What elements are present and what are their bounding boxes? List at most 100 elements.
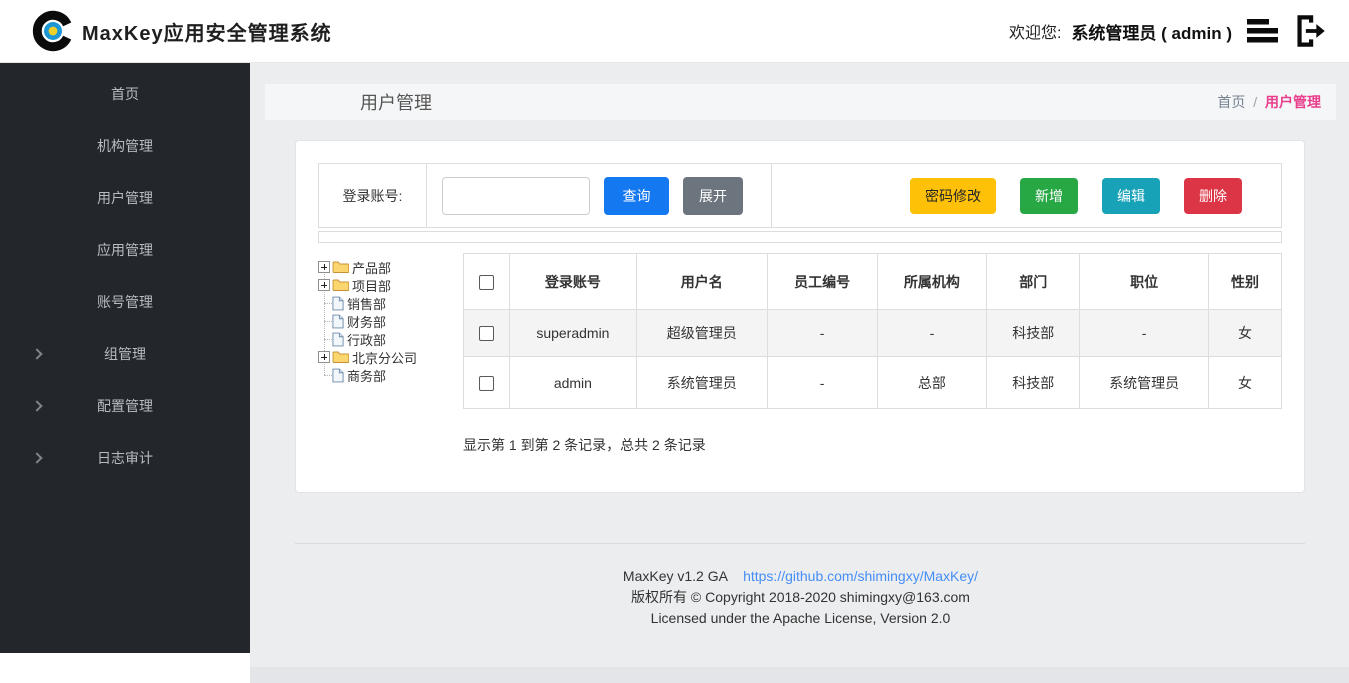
tree-node-label: 项目部 xyxy=(352,276,391,295)
breadcrumb-home-link[interactable]: 首页 xyxy=(1217,94,1245,110)
breadcrumb-separator: / xyxy=(1253,94,1257,110)
sidebar-item-org-mgmt[interactable]: 机构管理 xyxy=(0,120,250,172)
search-panel: 登录账号: 查询 展开 密码修改 新增 编辑 删除 xyxy=(318,163,1282,228)
sidebar-item-user-mgmt[interactable]: 用户管理 xyxy=(0,172,250,224)
table-row[interactable]: admin 系统管理员 - 总部 科技部 系统管理员 女 xyxy=(464,357,1282,409)
folder-icon xyxy=(332,350,349,364)
tree-node-leaf[interactable]: 财务部 xyxy=(318,312,463,330)
version-text: MaxKey v1.2 GA xyxy=(623,568,727,584)
cell-position: - xyxy=(1080,310,1209,357)
select-all-checkbox[interactable] xyxy=(479,275,494,290)
footer-version-line: MaxKey v1.2 GA https://github.com/shimin… xyxy=(265,566,1336,587)
license-text: Licensed under the Apache License, Versi… xyxy=(265,608,1336,629)
tree-node-label: 财务部 xyxy=(347,312,386,331)
column-header: 所属机构 xyxy=(877,254,987,310)
cell-username: 系统管理员 xyxy=(636,357,767,409)
sidebar-item-home[interactable]: 首页 xyxy=(0,68,250,120)
column-header: 员工编号 xyxy=(767,254,877,310)
sidebar-item-account-mgmt[interactable]: 账号管理 xyxy=(0,276,250,328)
delete-button[interactable]: 删除 xyxy=(1184,178,1242,214)
cell-organization: - xyxy=(877,310,987,357)
cell-position: 系统管理员 xyxy=(1080,357,1209,409)
sidebar-item-label: 首页 xyxy=(111,84,139,104)
search-zone: 登录账号: 查询 展开 xyxy=(319,164,772,227)
menu-list-icon[interactable] xyxy=(1244,12,1284,50)
tree-node-folder[interactable]: 产品部 xyxy=(318,258,463,276)
chevron-right-icon xyxy=(31,400,42,411)
sidebar-item-app-mgmt[interactable]: 应用管理 xyxy=(0,224,250,276)
login-account-label: 登录账号: xyxy=(319,164,427,227)
expand-plus-icon[interactable] xyxy=(318,279,330,291)
breadcrumb: 首页 / 用户管理 xyxy=(1217,92,1321,112)
tree-connector xyxy=(318,330,332,348)
column-header: 性别 xyxy=(1209,254,1282,310)
tree-node-label: 销售部 xyxy=(347,294,386,313)
query-button[interactable]: 查询 xyxy=(604,177,669,215)
copyright-text: 版权所有 © Copyright 2018-2020 shimingxy@163… xyxy=(265,587,1336,608)
tree-node-label: 北京分公司 xyxy=(352,348,417,367)
folder-icon xyxy=(332,278,349,292)
document-icon xyxy=(332,332,344,347)
column-header: 登录账号 xyxy=(509,254,636,310)
tree-connector xyxy=(318,294,332,312)
add-button[interactable]: 新增 xyxy=(1020,178,1078,214)
current-user: 系统管理员 ( admin ) xyxy=(1071,19,1232,44)
users-table-zone: 登录账号 用户名 员工编号 所属机构 部门 职位 性别 xyxy=(463,253,1282,455)
sidebar-item-label: 组管理 xyxy=(104,344,146,364)
change-password-button[interactable]: 密码修改 xyxy=(910,178,996,214)
tree-node-folder[interactable]: 北京分公司 xyxy=(318,348,463,366)
logout-icon[interactable] xyxy=(1288,10,1330,52)
app-title: MaxKey应用安全管理系统 xyxy=(82,17,332,46)
table-toolbar-strip xyxy=(318,231,1282,243)
row-checkbox[interactable] xyxy=(479,376,494,391)
app-footer: MaxKey v1.2 GA https://github.com/shimin… xyxy=(265,566,1336,629)
tree-connector xyxy=(318,312,332,330)
table-row[interactable]: superadmin 超级管理员 - - 科技部 - 女 xyxy=(464,310,1282,357)
cell-gender: 女 xyxy=(1209,357,1282,409)
cell-department: 科技部 xyxy=(987,310,1080,357)
tree-node-label: 行政部 xyxy=(347,330,386,349)
github-link[interactable]: https://github.com/shimingxy/MaxKey/ xyxy=(743,568,978,584)
expand-plus-icon[interactable] xyxy=(318,261,330,273)
cell-login-account: superadmin xyxy=(509,310,636,357)
page-title-bar: 用户管理 首页 / 用户管理 xyxy=(265,84,1336,120)
footer-divider xyxy=(295,543,1305,544)
main-content: 用户管理 首页 / 用户管理 登录账号: 查询 展开 密码修 xyxy=(250,63,1349,683)
tree-node-folder[interactable]: 项目部 xyxy=(318,276,463,294)
sidebar-column: 首页 机构管理 用户管理 应用管理 账号管理 组管理 配置管理 xyxy=(0,63,250,683)
tree-node-leaf[interactable]: 商务部 xyxy=(318,366,463,384)
page-title: 用户管理 xyxy=(360,89,432,115)
tree-node-label: 商务部 xyxy=(347,366,386,385)
cell-employee-no: - xyxy=(767,357,877,409)
chevron-right-icon xyxy=(31,348,42,359)
document-icon xyxy=(332,368,344,383)
login-account-input[interactable] xyxy=(442,177,590,215)
sidebar-item-label: 机构管理 xyxy=(97,136,153,156)
user-management-panel: 登录账号: 查询 展开 密码修改 新增 编辑 删除 xyxy=(295,140,1305,493)
action-buttons: 密码修改 新增 编辑 删除 xyxy=(772,164,1281,227)
document-icon xyxy=(332,296,344,311)
tree-node-leaf[interactable]: 销售部 xyxy=(318,294,463,312)
users-table: 登录账号 用户名 员工编号 所属机构 部门 职位 性别 xyxy=(463,253,1282,409)
tree-connector xyxy=(318,366,332,384)
chevron-right-icon xyxy=(31,452,42,463)
expand-button[interactable]: 展开 xyxy=(683,177,743,215)
expand-plus-icon[interactable] xyxy=(318,351,330,363)
maxkey-logo-icon xyxy=(30,8,76,54)
row-checkbox[interactable] xyxy=(479,326,494,341)
cell-employee-no: - xyxy=(767,310,877,357)
document-icon xyxy=(332,314,344,329)
sidebar-item-group-mgmt[interactable]: 组管理 xyxy=(0,328,250,380)
brand: MaxKey应用安全管理系统 xyxy=(30,8,332,54)
sidebar-item-label: 应用管理 xyxy=(97,240,153,260)
sidebar-item-log-audit[interactable]: 日志审计 xyxy=(0,432,250,484)
panel-body: 产品部 项目部 销售部 xyxy=(318,253,1282,455)
column-header: 用户名 xyxy=(636,254,767,310)
sidebar-item-label: 账号管理 xyxy=(97,292,153,312)
row-select-cell xyxy=(464,310,510,357)
tree-node-leaf[interactable]: 行政部 xyxy=(318,330,463,348)
header-right: 欢迎您: 系统管理员 ( admin ) xyxy=(1009,10,1330,52)
sidebar-item-config-mgmt[interactable]: 配置管理 xyxy=(0,380,250,432)
edit-button[interactable]: 编辑 xyxy=(1102,178,1160,214)
column-header: 部门 xyxy=(987,254,1080,310)
